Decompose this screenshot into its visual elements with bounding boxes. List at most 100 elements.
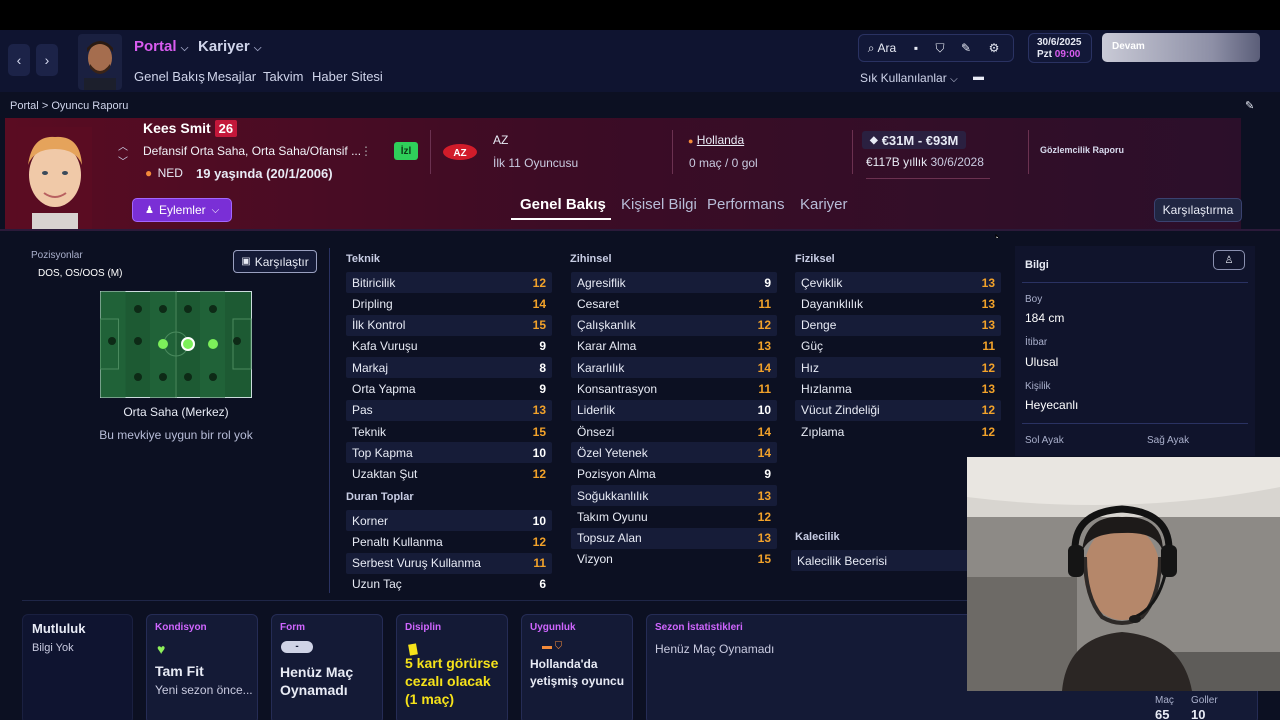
attribute-row[interactable]: Agresiflik 9: [571, 272, 777, 293]
reputation-value: Ulusal: [1025, 355, 1059, 369]
attribute-row[interactable]: Topsuz Alan 13: [571, 527, 777, 549]
attribute-row[interactable]: Hız 12: [795, 357, 1001, 379]
attribute-row[interactable]: Takım Oyunu 12: [571, 506, 777, 527]
search-button[interactable]: ⌕ Ara: [859, 35, 905, 61]
gear-icon[interactable]: ⚙: [979, 35, 1009, 61]
more-icon[interactable]: ⋮: [360, 144, 372, 158]
tab-kisisel-bilgi[interactable]: Kişisel Bilgi: [621, 196, 697, 213]
attribute-row[interactable]: Dripling 14: [346, 293, 552, 314]
info-settings-button[interactable]: ♙: [1213, 250, 1245, 270]
submenu-mesajlar[interactable]: Mesajlar: [207, 69, 256, 84]
forward-button[interactable]: ›: [36, 44, 58, 76]
submenu-genel-bakis[interactable]: Genel Bakış: [134, 69, 205, 84]
divider: [672, 130, 673, 174]
webcam-overlay: [967, 457, 1280, 691]
card-value: Henüz Maç Oynamadı: [280, 664, 354, 698]
attribute-row[interactable]: Bitiricilik 12: [346, 272, 552, 293]
attribute-row[interactable]: Kafa Vuruşu 9: [346, 336, 552, 357]
attribute-row[interactable]: Dayanıklılık 13: [795, 293, 1001, 314]
attribute-value: 13: [981, 318, 995, 333]
attribute-row[interactable]: Özel Yetenek 14: [571, 442, 777, 464]
attribute-row[interactable]: Zıplama 12: [795, 421, 1001, 442]
attribute-row[interactable]: Pas 13: [346, 399, 552, 421]
club-icon[interactable]: ⛉: [927, 35, 953, 61]
pitch-diagram[interactable]: [100, 291, 252, 403]
country-link[interactable]: ● Hollanda: [688, 133, 744, 147]
club-logo[interactable]: AZ: [442, 143, 478, 166]
card-title: Uygunluk: [530, 622, 576, 633]
player-name-row: Kees Smit 26: [143, 120, 238, 137]
tab-genel-bakis[interactable]: Genel Bakış: [520, 196, 606, 213]
condition-card[interactable]: Kondisyon ♥ Tam Fit Yeni sezon önce...: [146, 614, 258, 720]
happiness-card[interactable]: Mutluluk Bilgi Yok: [22, 614, 133, 720]
attribute-row[interactable]: Orta Yapma 9: [346, 379, 552, 400]
edit-icon[interactable]: ✎: [1245, 99, 1254, 112]
attribute-row[interactable]: İlk Kontrol 15: [346, 314, 552, 336]
bookmark-icon[interactable]: ▪: [905, 35, 927, 61]
actions-button[interactable]: ♟ Eylemler ⌵: [132, 198, 232, 222]
position-codes: DOS, OS/OOS (M): [38, 268, 123, 279]
nation-code: NED: [157, 166, 183, 180]
back-button[interactable]: ‹: [8, 44, 30, 76]
form-card[interactable]: Form - Henüz Maç Oynamadı: [271, 614, 383, 720]
manager-avatar[interactable]: [78, 34, 122, 90]
submenu-haber-sitesi[interactable]: Haber Sitesi: [312, 69, 383, 84]
compare-button[interactable]: Karşılaştırma: [1154, 198, 1242, 222]
attribute-row[interactable]: Korner 10: [346, 510, 552, 531]
attribute-row[interactable]: Pozisyon Alma 9: [571, 464, 777, 485]
tab-kariyer[interactable]: Kariyer: [800, 196, 848, 213]
attribute-row[interactable]: Konsantrasyon 11: [571, 379, 777, 400]
status-badge[interactable]: İzl: [394, 142, 418, 160]
submenu-takvim[interactable]: Takvim: [263, 69, 303, 84]
attribute-row[interactable]: Önsezi 14: [571, 421, 777, 442]
attribute-row[interactable]: Vizyon 15: [571, 549, 777, 570]
attribute-row[interactable]: Çeviklik 13: [795, 272, 1001, 293]
favorites-dropdown[interactable]: Sık Kullanılanlar ⌵: [860, 71, 958, 85]
attribute-row[interactable]: Vücut Zindeliği 12: [795, 399, 1001, 421]
attribute-row[interactable]: Top Kapma 10: [346, 442, 552, 464]
attribute-row[interactable]: Liderlik 10: [571, 399, 777, 421]
attribute-row[interactable]: Markaj 8: [346, 357, 552, 379]
attribute-row[interactable]: Serbest Vuruş Kullanma 11: [346, 552, 552, 574]
edit-icon[interactable]: ✎: [953, 35, 979, 61]
player-value[interactable]: ◆ €31M - €93M: [862, 131, 967, 149]
eligibility-card[interactable]: Uygunluk ▬ ⛉ Hollanda'da yetişmiş oyuncu: [521, 614, 633, 720]
positions-compare-button[interactable]: ▣ Karşılaştır: [233, 250, 317, 273]
info-panel: [1015, 246, 1255, 456]
attribute-name: Konsantrasyon: [577, 382, 658, 396]
attribute-row[interactable]: Karar Alma 13: [571, 336, 777, 357]
attribute-name: Hızlanma: [801, 382, 852, 396]
attribute-row[interactable]: Kararlılık 14: [571, 357, 777, 379]
attribute-name: Pas: [352, 403, 373, 418]
player-age: 19 yaşında (20/1/2006): [196, 166, 333, 181]
breadcrumb-portal[interactable]: Portal: [10, 100, 39, 112]
attribute-row[interactable]: Güç 11: [795, 336, 1001, 357]
kariyer-menu[interactable]: Kariyer ⌵: [198, 38, 261, 55]
discipline-card[interactable]: Disiplin 5 kart görürse cezalı olacak (1…: [396, 614, 508, 720]
card-title: Kondisyon: [155, 622, 207, 633]
attribute-name: Vücut Zindeliği: [801, 403, 880, 418]
chat-icon[interactable]: ▬: [973, 71, 984, 83]
contract-row: €117B yıllık 30/6/2028: [866, 155, 984, 169]
player-positions: Defansif Orta Saha, Orta Saha/Ofansif ..…: [143, 144, 362, 158]
attribute-row[interactable]: Uzun Taç 6: [346, 574, 552, 595]
tab-performans[interactable]: Performans: [707, 196, 785, 213]
date-display[interactable]: 30/6/2025 Pzt 09:00: [1028, 33, 1092, 63]
chevron-up-icon[interactable]: ︿: [118, 138, 128, 153]
attribute-row[interactable]: Soğukkanlılık 13: [571, 485, 777, 506]
continue-button[interactable]: Devam: [1102, 33, 1260, 62]
portal-menu[interactable]: Portal ⌵: [134, 38, 188, 55]
attribute-row[interactable]: Teknik 15: [346, 421, 552, 442]
attribute-value: 13: [981, 275, 995, 290]
attribute-value: 12: [981, 424, 995, 439]
attribute-row[interactable]: Uzaktan Şut 12: [346, 464, 552, 485]
attribute-row[interactable]: Penaltı Kullanma 12: [346, 531, 552, 552]
attribute-row[interactable]: Çalışkanlık 12: [571, 314, 777, 336]
attribute-row[interactable]: Denge 13: [795, 314, 1001, 336]
chevron-down-icon[interactable]: ﹀: [118, 153, 128, 168]
attribute-row[interactable]: Cesaret 11: [571, 293, 777, 314]
scout-report-label[interactable]: Gözlemcilik Raporu: [1040, 145, 1124, 155]
attribute-row[interactable]: Hızlanma 13: [795, 379, 1001, 400]
divider: [866, 178, 990, 179]
club-name[interactable]: AZ: [493, 133, 508, 147]
